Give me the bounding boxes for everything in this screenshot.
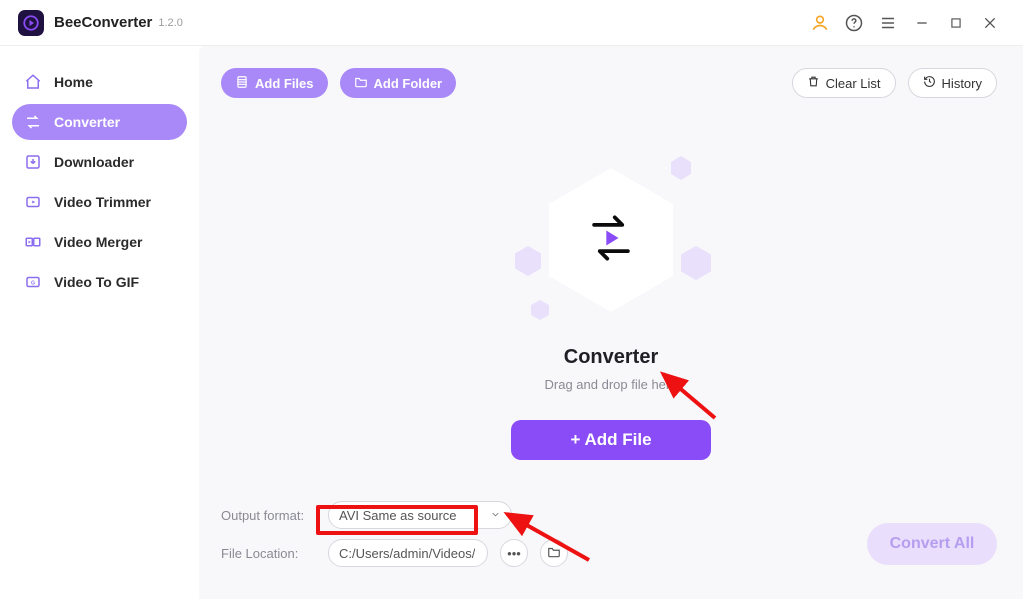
gif-icon: G <box>24 273 42 291</box>
more-icon: ••• <box>507 546 521 561</box>
more-options-button[interactable]: ••• <box>500 539 528 567</box>
help-icon[interactable] <box>839 8 869 38</box>
output-format-value: AVI Same as source <box>339 508 457 523</box>
app-window: BeeConverter 1.2.0 Home <box>0 0 1023 599</box>
trash-icon <box>807 75 820 91</box>
sidebar-item-merger[interactable]: Video Merger <box>12 224 187 260</box>
merger-icon <box>24 233 42 251</box>
main-panel: Add Files Add Folder Clear List <box>199 46 1023 599</box>
sidebar-item-label: Video Trimmer <box>54 194 151 210</box>
sidebar-item-downloader[interactable]: Downloader <box>12 144 187 180</box>
close-button[interactable] <box>975 8 1005 38</box>
file-location-value: C:/Users/admin/Videos/ <box>339 546 475 561</box>
toolbar: Add Files Add Folder Clear List <box>199 46 1023 106</box>
sidebar-item-label: Home <box>54 74 93 90</box>
body: Home Converter Downloader Video Trimmer <box>0 46 1023 599</box>
user-icon[interactable] <box>805 8 835 38</box>
file-location-field[interactable]: C:/Users/admin/Videos/ <box>328 539 488 567</box>
trimmer-icon <box>24 193 42 211</box>
clear-list-button[interactable]: Clear List <box>792 68 896 98</box>
minimize-button[interactable] <box>907 8 937 38</box>
app-logo <box>18 10 44 36</box>
menu-icon[interactable] <box>873 8 903 38</box>
add-file-button[interactable]: + Add File <box>511 420 711 460</box>
add-files-button[interactable]: Add Files <box>221 68 328 98</box>
add-folder-button[interactable]: Add Folder <box>340 68 457 98</box>
sidebar-item-label: Converter <box>54 114 120 130</box>
history-button[interactable]: History <box>908 68 997 98</box>
convert-all-button[interactable]: Convert All <box>867 523 997 565</box>
add-folder-label: Add Folder <box>374 76 443 91</box>
app-version: 1.2.0 <box>158 17 182 29</box>
sidebar: Home Converter Downloader Video Trimmer <box>0 46 199 599</box>
sidebar-item-label: Video Merger <box>54 234 142 250</box>
history-icon <box>923 75 936 91</box>
add-file-button-label: + Add File <box>570 430 651 450</box>
clear-list-label: Clear List <box>826 76 881 91</box>
svg-text:G: G <box>31 280 35 286</box>
output-format-select[interactable]: AVI Same as source <box>328 501 512 529</box>
maximize-button[interactable] <box>941 8 971 38</box>
sidebar-item-converter[interactable]: Converter <box>12 104 187 140</box>
folder-add-icon <box>354 75 368 92</box>
sidebar-item-home[interactable]: Home <box>12 64 187 100</box>
titlebar: BeeConverter 1.2.0 <box>0 0 1023 46</box>
convert-hero-icon <box>581 208 641 268</box>
home-icon <box>24 73 42 91</box>
sidebar-item-gif[interactable]: G Video To GIF <box>12 264 187 300</box>
download-icon <box>24 153 42 171</box>
file-location-label: File Location: <box>221 546 316 561</box>
open-folder-button[interactable] <box>540 539 568 567</box>
convert-all-label: Convert All <box>890 535 975 553</box>
main-title: Converter <box>564 346 658 369</box>
history-label: History <box>942 76 982 91</box>
converter-icon <box>24 113 42 131</box>
sidebar-item-label: Downloader <box>54 154 134 170</box>
drop-zone[interactable]: Converter Drag and drop file here + Add … <box>199 106 1023 487</box>
chevron-down-icon <box>490 508 501 523</box>
hero-graphic <box>511 150 711 340</box>
main-subtitle: Drag and drop file here <box>545 377 678 392</box>
app-name: BeeConverter <box>54 14 152 31</box>
folder-icon <box>547 545 561 562</box>
add-files-label: Add Files <box>255 76 314 91</box>
sidebar-item-label: Video To GIF <box>54 274 139 290</box>
output-format-label: Output format: <box>221 508 316 523</box>
file-add-icon <box>235 75 249 92</box>
sidebar-item-trimmer[interactable]: Video Trimmer <box>12 184 187 220</box>
